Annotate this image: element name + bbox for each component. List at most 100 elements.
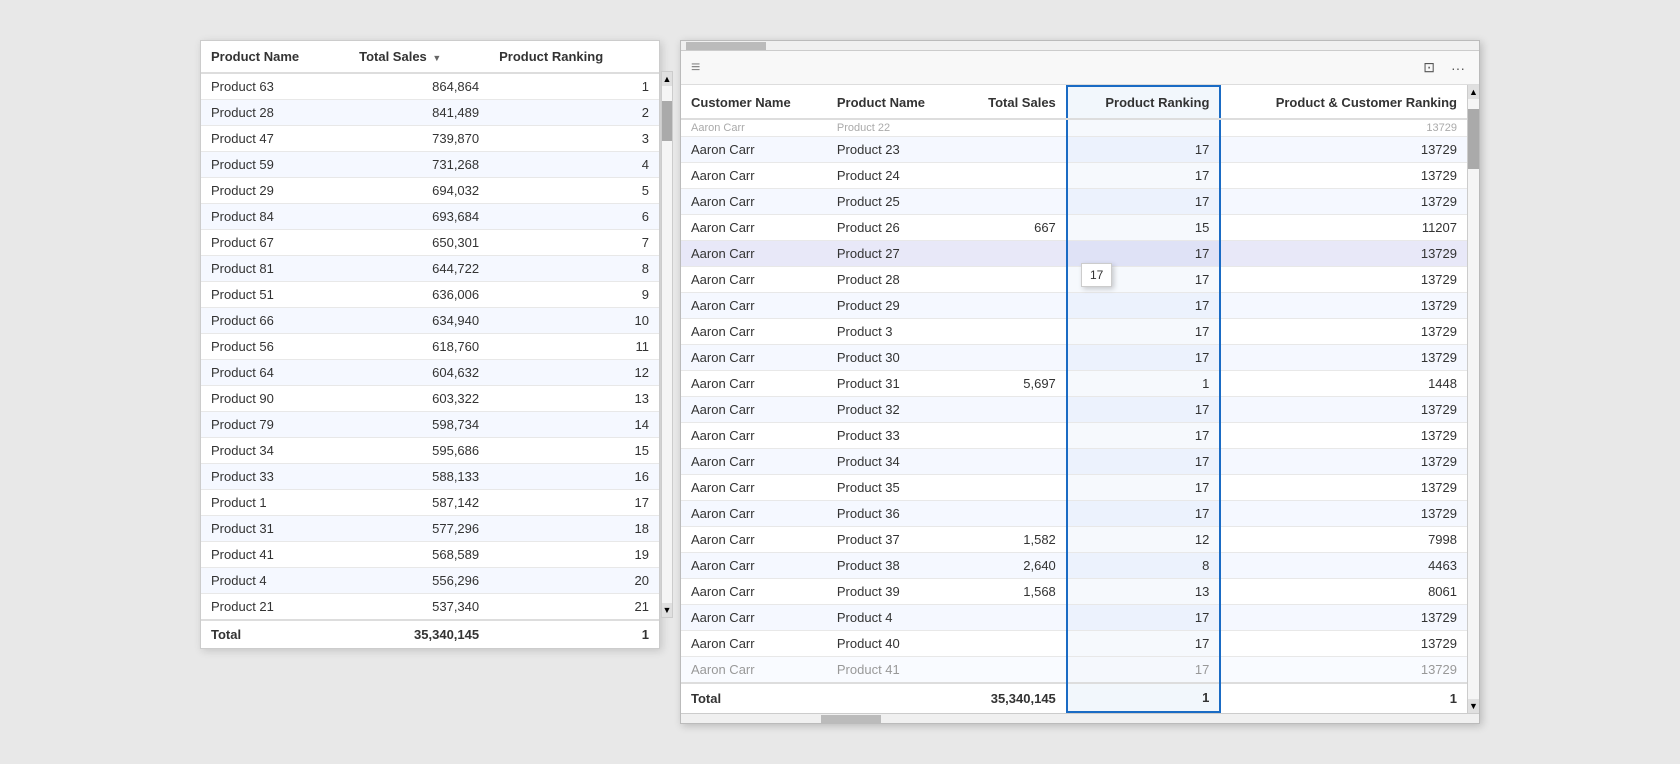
right-table-row[interactable]: Aaron CarrProduct 271713729 [681,241,1467,267]
left-scroll-thumb[interactable] [662,101,672,141]
left-table-row[interactable]: Product 51636,0069 [201,282,659,308]
right-table-row[interactable]: Aaron CarrProduct 331713729 [681,423,1467,449]
right-table-row[interactable]: Aaron CarrProduct 291713729 [681,293,1467,319]
left-table-row[interactable]: Product 34595,68615 [201,438,659,464]
more-button[interactable]: ··· [1447,58,1469,78]
left-table-row[interactable]: Product 79598,73414 [201,412,659,438]
left-table-row[interactable]: Product 28841,4892 [201,100,659,126]
left-scroll-up-arrow[interactable]: ▲ [662,72,672,86]
right-col-product-customer-ranking[interactable]: Product & Customer Ranking [1220,86,1467,119]
right-table-cell: 17 [1067,423,1221,449]
right-table-cell [959,397,1067,423]
left-product-name: Product 21 [201,594,349,621]
right-table-row[interactable]: Aaron CarrProduct 361713729 [681,501,1467,527]
left-table-row[interactable]: Product 1587,14217 [201,490,659,516]
left-product-ranking: 7 [489,230,659,256]
right-table-cell: Product 29 [827,293,959,319]
left-table-row[interactable]: Product 59731,2684 [201,152,659,178]
right-table-cell: 13 [1067,579,1221,605]
left-product-ranking: 19 [489,542,659,568]
right-table-row[interactable]: Aaron CarrProduct 315,69711448 [681,371,1467,397]
right-col-total-sales[interactable]: Total Sales [959,86,1067,119]
right-footer-product-ranking: 1 [1067,683,1221,712]
left-total-sales: 634,940 [349,308,489,334]
left-total-sales: 650,301 [349,230,489,256]
left-col-product-ranking[interactable]: Product Ranking [489,41,659,73]
left-table-row[interactable]: Product 66634,94010 [201,308,659,334]
left-product-name: Product 56 [201,334,349,360]
left-table-row[interactable]: Product 90603,32213 [201,386,659,412]
left-col-product-name[interactable]: Product Name [201,41,349,73]
right-table-row[interactable]: Aaron CarrProduct 231713729 [681,137,1467,163]
right-table-cell: 13729 [1220,449,1467,475]
left-product-name: Product 67 [201,230,349,256]
right-table-row[interactable]: Aaron CarrProduct 41713729 [681,605,1467,631]
right-table-row[interactable]: Aaron CarrProduct 251713729 [681,189,1467,215]
right-table-row[interactable]: Aaron CarrProduct 351713729 [681,475,1467,501]
right-table-row[interactable]: Aaron CarrProduct 31713729 [681,319,1467,345]
right-table-row[interactable]: Aaron CarrProduct 266671511207 [681,215,1467,241]
partial-row-cell: Aaron Carr [681,119,827,137]
expand-button[interactable]: ⊡ [1419,57,1439,78]
left-table-row[interactable]: Product 47739,8703 [201,126,659,152]
left-product-ranking: 13 [489,386,659,412]
right-col-customer-name[interactable]: Customer Name [681,86,827,119]
left-table-row[interactable]: Product 31577,29618 [201,516,659,542]
left-footer-total-sales: 35,340,145 [349,620,489,648]
left-scroll-down-arrow[interactable]: ▼ [662,603,672,617]
left-table-row[interactable]: Product 21537,34021 [201,594,659,621]
left-product-name: Product 63 [201,73,349,100]
right-table-cell: Product 26 [827,215,959,241]
right-panel: ≡ ⊡ ··· Customer Name Product Name [680,40,1480,724]
left-table-row[interactable]: Product 63864,8641 [201,73,659,100]
right-table-row[interactable]: Aaron CarrProduct 281713729 [681,267,1467,293]
left-table-row[interactable]: Product 81644,7228 [201,256,659,282]
bottom-scrollbar[interactable] [681,713,1479,723]
right-scroll-up[interactable]: ▲ [1468,85,1479,99]
right-table-cell: Aaron Carr [681,501,827,527]
right-table-row[interactable]: Aaron CarrProduct 241713729 [681,163,1467,189]
left-total-sales: 595,686 [349,438,489,464]
right-table-row[interactable]: Aaron CarrProduct 391,568138061 [681,579,1467,605]
right-table-cell [959,631,1067,657]
left-table-row[interactable]: Product 33588,13316 [201,464,659,490]
left-table-row[interactable]: Product 4556,29620 [201,568,659,594]
right-table-row[interactable]: Aaron CarrProduct 321713729 [681,397,1467,423]
right-table-cell: Aaron Carr [681,189,827,215]
left-table-row[interactable]: Product 64604,63212 [201,360,659,386]
right-scroll-down[interactable]: ▼ [1468,699,1479,713]
left-table-row[interactable]: Product 84693,6846 [201,204,659,230]
left-col-total-sales[interactable]: Total Sales ▼ [349,41,489,73]
right-table-row[interactable]: Aaron CarrProduct 382,64084463 [681,553,1467,579]
right-table-cell: Aaron Carr [681,657,827,684]
left-table-row[interactable]: Product 41568,58919 [201,542,659,568]
right-col-product-name[interactable]: Product Name [827,86,959,119]
right-table-cell: Aaron Carr [681,371,827,397]
right-table-cell: Aaron Carr [681,137,827,163]
right-table-partial-row: Aaron CarrProduct 2213729 [681,119,1467,137]
right-table-row[interactable]: Aaron CarrProduct 301713729 [681,345,1467,371]
right-table-row[interactable]: Aaron CarrProduct 371,582127998 [681,527,1467,553]
bottom-scroll-thumb[interactable] [821,715,881,723]
top-scroll-thumb[interactable] [686,42,766,50]
left-table-row[interactable]: Product 56618,76011 [201,334,659,360]
right-table-cell [959,501,1067,527]
left-total-sales: 556,296 [349,568,489,594]
right-table-row[interactable]: Aaron CarrProduct 401713729 [681,631,1467,657]
left-footer-ranking: 1 [489,620,659,648]
right-table-cell: 7998 [1220,527,1467,553]
right-table-row[interactable]: Aaron CarrProduct 341713729 [681,449,1467,475]
right-table-cell: 17 [1067,605,1221,631]
right-table-cell: Aaron Carr [681,215,827,241]
right-table-cell: Product 27 [827,241,959,267]
right-table-cell: 4463 [1220,553,1467,579]
right-table-row[interactable]: Aaron CarrProduct 411713729 [681,657,1467,684]
left-table-row[interactable]: Product 67650,3017 [201,230,659,256]
top-scrollbar[interactable] [681,41,1479,51]
right-table-cell: Aaron Carr [681,319,827,345]
right-scroll-thumb[interactable] [1468,109,1479,169]
right-col-product-ranking[interactable]: Product Ranking [1067,86,1221,119]
right-table-cell: 1,582 [959,527,1067,553]
left-product-name: Product 28 [201,100,349,126]
left-table-row[interactable]: Product 29694,0325 [201,178,659,204]
